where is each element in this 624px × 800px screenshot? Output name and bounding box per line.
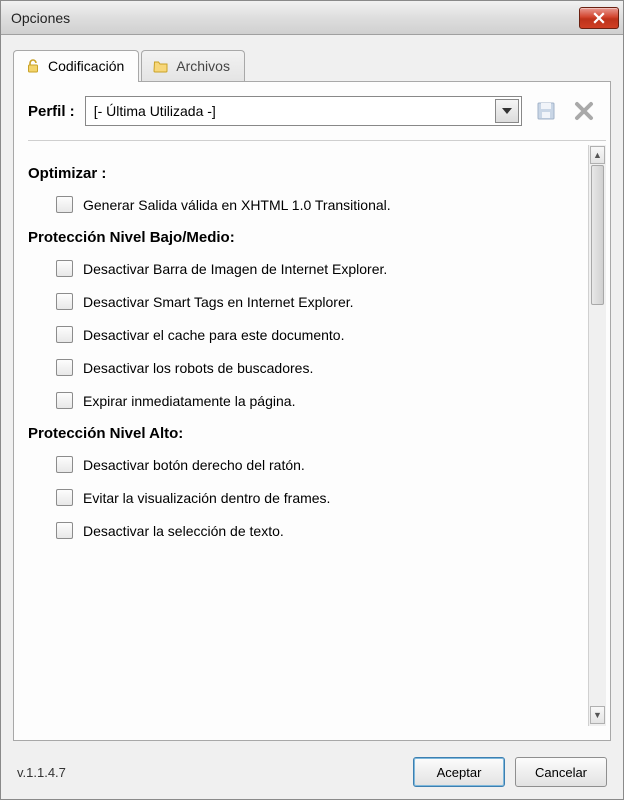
scroll-thumb[interactable] xyxy=(591,165,604,305)
checkbox[interactable] xyxy=(56,489,73,506)
options-list: Optimizar : Generar Salida válida en XHT… xyxy=(28,145,588,726)
version-label: v.1.1.4.7 xyxy=(17,765,66,780)
option-label: Desactivar la selección de texto. xyxy=(83,523,284,539)
delete-profile-button[interactable] xyxy=(570,97,598,125)
option-label: Desactivar botón derecho del ratón. xyxy=(83,457,305,473)
checkbox[interactable] xyxy=(56,456,73,473)
save-profile-button[interactable] xyxy=(532,97,560,125)
checkbox[interactable] xyxy=(56,522,73,539)
checkbox[interactable] xyxy=(56,392,73,409)
option-label: Generar Salida válida en XHTML 1.0 Trans… xyxy=(83,197,391,213)
button-label: Cancelar xyxy=(535,765,587,780)
option-label: Desactivar los robots de buscadores. xyxy=(83,360,313,376)
option-label: Desactivar Smart Tags en Internet Explor… xyxy=(83,294,354,310)
unlock-icon xyxy=(24,57,42,75)
checkbox[interactable] xyxy=(56,260,73,277)
option-barra-ie[interactable]: Desactivar Barra de Imagen de Internet E… xyxy=(56,260,580,277)
client-area: Codificación Archivos Perfil : [- Última… xyxy=(1,35,623,799)
cancel-button[interactable]: Cancelar xyxy=(515,757,607,787)
button-label: Aceptar xyxy=(437,765,482,780)
window-title: Opciones xyxy=(11,10,70,26)
tab-label: Codificación xyxy=(48,58,124,74)
option-expirar[interactable]: Expirar inmediatamente la página. xyxy=(56,392,580,409)
tab-archivos[interactable]: Archivos xyxy=(141,50,245,81)
chevron-down-icon[interactable] xyxy=(495,99,519,123)
profile-row: Perfil : [- Última Utilizada -] xyxy=(28,96,606,141)
tab-codificacion[interactable]: Codificación xyxy=(13,50,139,82)
profile-label: Perfil : xyxy=(28,103,75,120)
option-boton-derecho[interactable]: Desactivar botón derecho del ratón. xyxy=(56,456,580,473)
option-label: Expirar inmediatamente la página. xyxy=(83,393,295,409)
accept-button[interactable]: Aceptar xyxy=(413,757,505,787)
tab-panel-codificacion: Perfil : [- Última Utilizada -] Optimiza… xyxy=(13,81,611,741)
options-dialog: Opciones Codificación Archivos Perfil : xyxy=(0,0,624,800)
checkbox[interactable] xyxy=(56,293,73,310)
close-button[interactable] xyxy=(579,7,619,29)
titlebar[interactable]: Opciones xyxy=(1,1,623,35)
close-icon xyxy=(593,12,605,24)
tabstrip: Codificación Archivos xyxy=(13,49,611,81)
section-alto: Protección Nivel Alto: xyxy=(28,425,580,442)
scroll-up-icon[interactable]: ▲ xyxy=(590,146,605,164)
profile-selected: [- Última Utilizada -] xyxy=(94,103,216,119)
floppy-icon xyxy=(535,100,557,122)
checkbox[interactable] xyxy=(56,196,73,213)
scrollbar[interactable]: ▲ ▼ xyxy=(588,145,606,726)
dialog-footer: v.1.1.4.7 Aceptar Cancelar xyxy=(13,751,611,789)
scroll-down-icon[interactable]: ▼ xyxy=(590,706,605,724)
checkbox[interactable] xyxy=(56,326,73,343)
option-xhtml[interactable]: Generar Salida válida en XHTML 1.0 Trans… xyxy=(56,196,580,213)
option-label: Desactivar Barra de Imagen de Internet E… xyxy=(83,261,387,277)
delete-x-icon xyxy=(574,101,594,121)
option-seleccion[interactable]: Desactivar la selección de texto. xyxy=(56,522,580,539)
footer-buttons: Aceptar Cancelar xyxy=(413,757,607,787)
option-label: Evitar la visualización dentro de frames… xyxy=(83,490,330,506)
section-bajo-medio: Protección Nivel Bajo/Medio: xyxy=(28,229,580,246)
tab-label: Archivos xyxy=(176,58,230,74)
section-optimizar: Optimizar : xyxy=(28,165,580,182)
folder-icon xyxy=(152,57,170,75)
option-robots[interactable]: Desactivar los robots de buscadores. xyxy=(56,359,580,376)
profile-dropdown[interactable]: [- Última Utilizada -] xyxy=(85,96,522,126)
option-frames[interactable]: Evitar la visualización dentro de frames… xyxy=(56,489,580,506)
option-cache[interactable]: Desactivar el cache para este documento. xyxy=(56,326,580,343)
options-scroll-area: Optimizar : Generar Salida válida en XHT… xyxy=(28,145,606,726)
checkbox[interactable] xyxy=(56,359,73,376)
option-label: Desactivar el cache para este documento. xyxy=(83,327,344,343)
option-smart-tags[interactable]: Desactivar Smart Tags en Internet Explor… xyxy=(56,293,580,310)
